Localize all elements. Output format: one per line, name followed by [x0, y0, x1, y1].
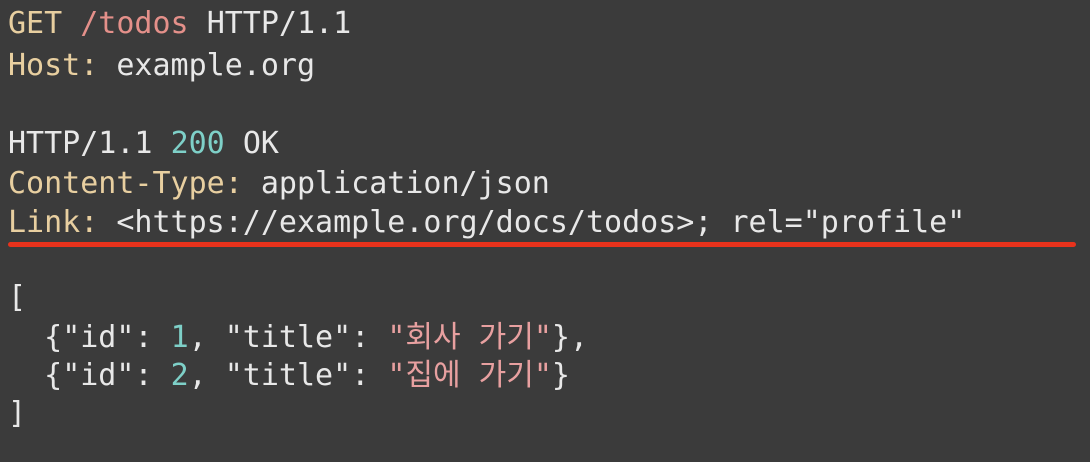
item-id-key: "id" — [62, 358, 135, 393]
request-path: /todos — [80, 6, 189, 41]
response-version: HTTP/1.1 — [8, 126, 153, 161]
body-item: {"id": 1, "title": "회사 가기"}, — [8, 320, 589, 355]
request-line: GET /todos HTTP/1.1 — [8, 4, 351, 44]
link-header-highlight-underline — [8, 242, 1076, 247]
request-version: HTTP/1.1 — [206, 6, 352, 41]
item-title-value: "회사 가기" — [387, 320, 552, 355]
request-method: GET — [8, 6, 63, 41]
body-open-bracket: [ — [8, 280, 27, 315]
item-title-key: "title" — [224, 358, 352, 393]
body-item: {"id": 2, "title": "집에 가기"} — [8, 358, 570, 393]
content-type-header: Content-Type: application/json — [8, 166, 550, 201]
link-header: Link: <https://example.org/docs/todos>; … — [8, 205, 966, 240]
item-title-value: "집에 가기" — [387, 358, 552, 393]
status-text: OK — [242, 126, 279, 161]
item-id-key: "id" — [62, 320, 135, 355]
item-id-value: 1 — [170, 320, 189, 355]
host-header-key: Host — [8, 48, 81, 83]
item-id-value: 2 — [170, 358, 189, 393]
host-header: Host: example.org — [8, 48, 316, 83]
status-line: HTTP/1.1 200 OK — [8, 124, 279, 164]
content-type-value: application/json — [260, 166, 550, 201]
host-header-value: example.org — [116, 48, 316, 83]
content-type-key: Content-Type — [8, 166, 225, 201]
item-suffix: } — [551, 358, 570, 393]
item-suffix: }, — [551, 320, 589, 355]
body-close-bracket: ] — [8, 396, 27, 431]
http-example-terminal: GET /todos HTTP/1.1 Host: example.org HT… — [0, 0, 1090, 462]
link-value: <https://example.org/docs/todos>; rel="p… — [116, 205, 966, 240]
status-code: 200 — [170, 126, 225, 161]
item-title-key: "title" — [224, 320, 352, 355]
link-key: Link — [8, 205, 81, 240]
